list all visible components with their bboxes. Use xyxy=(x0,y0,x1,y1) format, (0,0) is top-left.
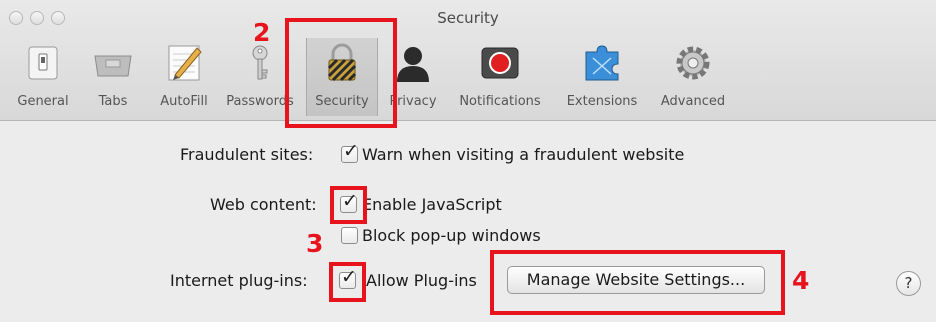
tab-label: AutoFill xyxy=(160,94,208,109)
tab-notifications[interactable]: Notifications xyxy=(452,38,548,116)
annotation-box-javascript xyxy=(330,186,367,224)
tab-general[interactable]: General xyxy=(14,38,72,116)
tab-label: Advanced xyxy=(660,94,726,109)
annotation-number-2: 2 xyxy=(253,18,271,47)
annotation-box-security xyxy=(285,18,397,128)
tab-label: Extensions xyxy=(566,94,638,109)
warn-fraudulent-option-label: Warn when visiting a fraudulent website xyxy=(362,145,685,164)
tab-label: Tabs xyxy=(98,94,128,109)
block-popups-checkbox[interactable] xyxy=(341,227,358,244)
enable-javascript-option-label: Enable JavaScript xyxy=(362,195,502,214)
internet-plugins-label: Internet plug-ins: xyxy=(170,271,308,290)
tab-autofill[interactable]: AutoFill xyxy=(150,38,218,116)
annotation-box-manage-button xyxy=(490,250,785,315)
annotation-number-3: 3 xyxy=(306,229,324,258)
general-switch-icon xyxy=(28,46,58,80)
tab-label: General xyxy=(17,94,69,109)
web-content-label: Web content: xyxy=(210,195,317,214)
annotation-number-4: 4 xyxy=(792,266,810,295)
allow-plugins-option-label: Allow Plug-ins xyxy=(366,271,477,290)
warn-fraudulent-checkbox[interactable]: ✓ xyxy=(341,142,359,163)
key-icon xyxy=(252,45,268,80)
tab-extensions[interactable]: Extensions xyxy=(560,38,644,116)
fraudulent-sites-label: Fraudulent sites: xyxy=(180,145,314,164)
autofill-pencil-icon xyxy=(168,45,202,81)
window-title: Security xyxy=(437,9,499,27)
annotation-box-plugins xyxy=(329,262,366,302)
tabs-icon xyxy=(94,55,132,77)
preferences-window: Security General Tabs AutoFill Passwords… xyxy=(0,0,936,322)
tab-advanced[interactable]: Advanced xyxy=(654,38,732,116)
help-button[interactable]: ? xyxy=(896,271,921,296)
checkmark-icon: ✓ xyxy=(343,140,359,162)
tab-label: Notifications xyxy=(459,94,541,109)
notification-record-icon xyxy=(481,47,519,79)
person-silhouette-icon xyxy=(397,47,429,82)
window-toolbar: Security General Tabs AutoFill Passwords… xyxy=(0,0,936,121)
gear-icon xyxy=(676,46,710,80)
extensions-puzzle-icon xyxy=(585,45,619,81)
tab-tabs[interactable]: Tabs xyxy=(88,38,138,116)
block-popups-option-label: Block pop-up windows xyxy=(362,226,541,245)
